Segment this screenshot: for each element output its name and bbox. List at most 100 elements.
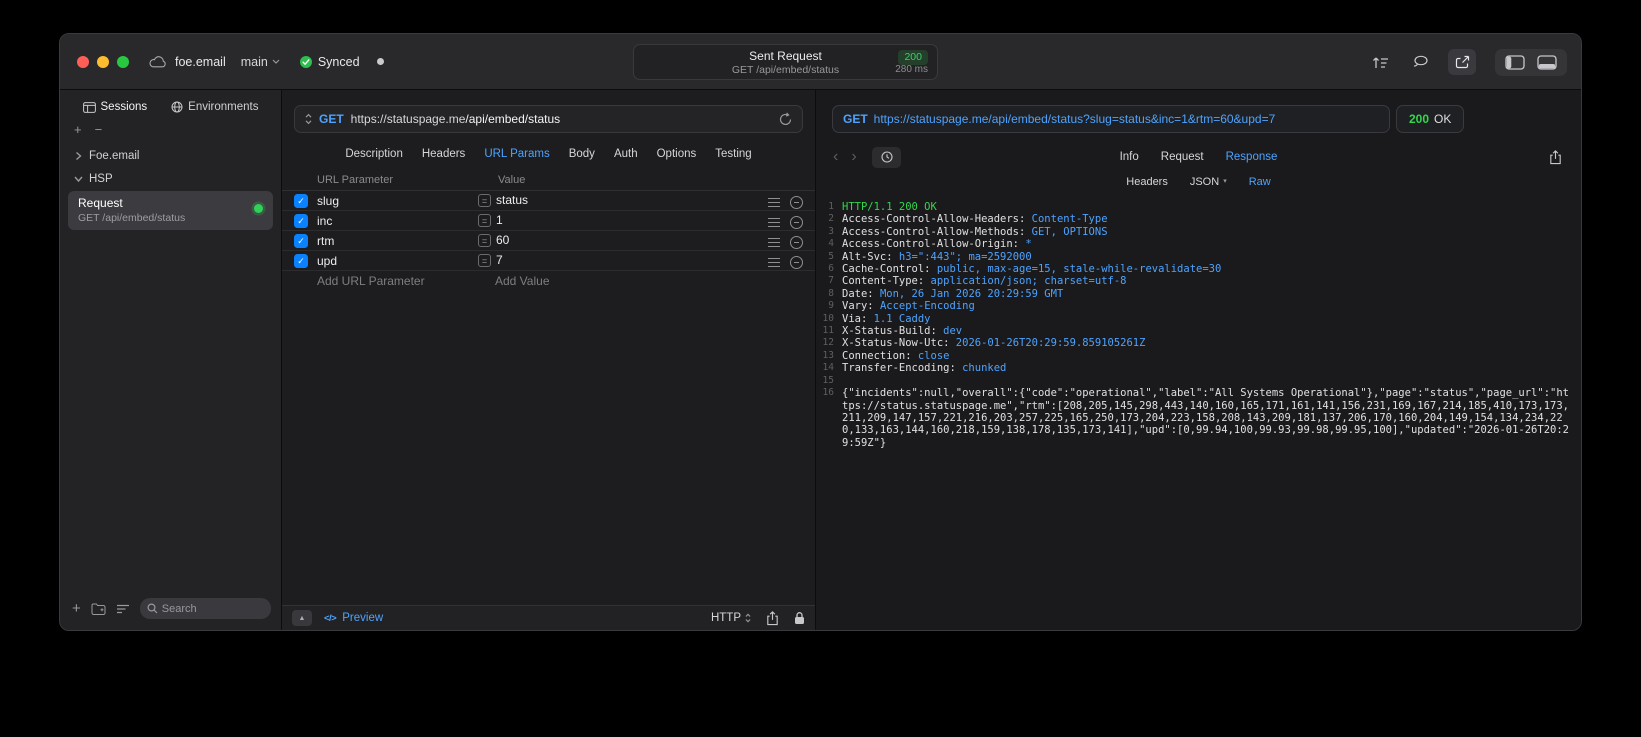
response-body[interactable]: 1 HTTP/1.1 200 OK 2 Access-Control-Allow-He…: [816, 201, 1581, 630]
export-panel-icon[interactable]: [1448, 49, 1476, 75]
resend-request-icon[interactable]: [779, 112, 792, 126]
constant-value-icon: =: [478, 214, 491, 227]
sent-request-panel[interactable]: Sent Request GET /api/embed/status 200 2…: [633, 44, 938, 80]
add-session-button[interactable]: +: [74, 122, 82, 137]
sent-url: https://statuspage.me/api/embed/status?s…: [873, 112, 1276, 126]
param-enabled-checkbox[interactable]: ✓: [294, 234, 308, 248]
search-icon: [147, 603, 158, 614]
param-name-cell[interactable]: slug: [317, 194, 339, 208]
request-method[interactable]: GET: [319, 112, 344, 126]
expand-panel-button[interactable]: ▲: [292, 610, 312, 626]
line-content: Cache-Control: public, max-age=15, stale…: [842, 263, 1222, 276]
row-options-icon[interactable]: [768, 258, 780, 267]
line-content: Content-Type: application/json; charset=…: [842, 275, 1127, 288]
request-url[interactable]: https://statuspage.me/api/embed/status: [351, 112, 560, 126]
request-tab-body[interactable]: Body: [569, 148, 595, 160]
lasso-tool-icon[interactable]: [1407, 49, 1435, 75]
line-content: Date: Mon, 26 Jan 2026 20:29:59 GMT: [842, 287, 1064, 300]
request-tab-url-params[interactable]: URL Params: [484, 148, 549, 160]
history-clock-button[interactable]: [872, 146, 901, 168]
param-enabled-checkbox[interactable]: ✓: [294, 254, 308, 268]
sidebar-request-item[interactable]: Request GET /api/embed/status: [68, 191, 273, 230]
tab-environments[interactable]: Environments: [171, 101, 258, 113]
param-value-cell[interactable]: status: [496, 193, 528, 207]
response-subtab-json[interactable]: JSON ▾: [1190, 176, 1227, 188]
response-subtabs: Headers JSON ▾ Raw: [816, 176, 1581, 188]
constant-value-icon: =: [478, 234, 491, 247]
remove-row-icon[interactable]: [790, 196, 803, 209]
response-subtab-raw[interactable]: Raw: [1249, 176, 1271, 188]
branch-selector[interactable]: main: [241, 55, 280, 69]
param-enabled-checkbox[interactable]: ✓: [294, 194, 308, 208]
request-tab-options[interactable]: Options: [657, 148, 697, 160]
minimize-window-button[interactable]: [97, 55, 109, 68]
remove-row-icon[interactable]: [790, 236, 803, 249]
row-options-icon[interactable]: [768, 238, 780, 247]
remove-row-icon[interactable]: [790, 216, 803, 229]
request-tabs: Description Headers URL Params Body Auth Opti…: [282, 148, 815, 160]
chevron-right-icon[interactable]: [75, 151, 83, 161]
share-icon[interactable]: [766, 610, 779, 626]
check-circle-icon: [299, 55, 312, 68]
param-name-cell[interactable]: upd: [317, 254, 337, 268]
app-window: foe.email main Synced Sent Request GET /…: [59, 33, 1582, 631]
sent-request-url[interactable]: GET https://statuspage.me/api/embed/stat…: [832, 105, 1390, 133]
add-request-button[interactable]: +: [72, 600, 81, 617]
request-tab-description[interactable]: Description: [345, 148, 403, 160]
history-back-button[interactable]: ‹: [833, 149, 838, 165]
response-tab-response[interactable]: Response: [1226, 151, 1278, 163]
main-content: Sessions Environments + − Foe.email HSP …: [60, 90, 1581, 630]
sort-list-icon[interactable]: [116, 604, 130, 614]
sort-requests-icon[interactable]: [1366, 49, 1394, 75]
chevron-down-icon[interactable]: [74, 174, 83, 184]
response-line: 3 Access-Control-Allow-Methods: GET, OPTI…: [816, 226, 1571, 238]
preview-button[interactable]: </> Preview: [324, 612, 383, 624]
chevron-down-icon: ▾: [1223, 178, 1227, 185]
param-name-cell[interactable]: rtm: [317, 234, 334, 248]
tab-sessions[interactable]: Sessions: [82, 101, 147, 113]
param-enabled-checkbox[interactable]: ✓: [294, 214, 308, 228]
request-editor-pane: GET https://statuspage.me/api/embed/stat…: [282, 90, 816, 630]
param-value-cell[interactable]: 7: [496, 253, 503, 267]
zoom-window-button[interactable]: [117, 55, 129, 68]
row-options-icon[interactable]: [768, 218, 780, 227]
protocol-selector[interactable]: HTTP: [711, 612, 751, 624]
param-name-cell[interactable]: inc: [317, 214, 332, 228]
history-forward-button[interactable]: ›: [851, 149, 856, 165]
tree-item-foe-email[interactable]: Foe.email: [60, 144, 281, 167]
add-value-placeholder[interactable]: Add Value: [495, 274, 550, 288]
project-name[interactable]: foe.email: [175, 55, 226, 69]
line-number: 11: [822, 325, 834, 337]
response-subtab-headers[interactable]: Headers: [1126, 176, 1168, 188]
response-line: 2 Access-Control-Allow-Headers: Content-T…: [816, 213, 1571, 225]
add-param-row[interactable]: Add URL Parameter Add Value: [282, 271, 815, 291]
line-number: 15: [822, 374, 834, 386]
toggle-bottom-panel-icon[interactable]: [1537, 54, 1557, 70]
sidebar-tabs: Sessions Environments: [60, 101, 281, 113]
add-param-placeholder[interactable]: Add URL Parameter: [317, 274, 425, 288]
close-window-button[interactable]: [77, 55, 89, 68]
param-value-cell[interactable]: 60: [496, 233, 509, 247]
request-tab-auth[interactable]: Auth: [614, 148, 638, 160]
response-tab-info[interactable]: Info: [1120, 151, 1139, 163]
request-tab-headers[interactable]: Headers: [422, 148, 465, 160]
sync-status[interactable]: Synced: [299, 55, 360, 69]
window-controls: [77, 55, 129, 68]
add-folder-icon[interactable]: [91, 603, 106, 615]
request-url-bar[interactable]: GET https://statuspage.me/api/embed/stat…: [294, 105, 803, 133]
param-value-cell[interactable]: 1: [496, 213, 503, 227]
share-response-icon[interactable]: [1549, 149, 1562, 165]
params-table-header: URL Parameter Value: [282, 171, 815, 191]
row-options-icon[interactable]: [768, 198, 780, 207]
remove-row-icon[interactable]: [790, 256, 803, 269]
response-tab-request[interactable]: Request: [1161, 151, 1204, 163]
remove-session-button[interactable]: −: [95, 122, 103, 137]
method-selector-icon[interactable]: [305, 113, 312, 125]
request-status-dot: [254, 204, 263, 213]
response-line: 16 {"incidents":null,"overall":{"code":"o…: [816, 387, 1571, 449]
tree-item-hsp[interactable]: HSP: [60, 167, 281, 190]
response-line: 11 X-Status-Build: dev: [816, 325, 1571, 337]
toggle-sidebar-icon[interactable]: [1505, 54, 1525, 70]
request-tab-testing[interactable]: Testing: [715, 148, 751, 160]
search-input[interactable]: [139, 598, 271, 619]
